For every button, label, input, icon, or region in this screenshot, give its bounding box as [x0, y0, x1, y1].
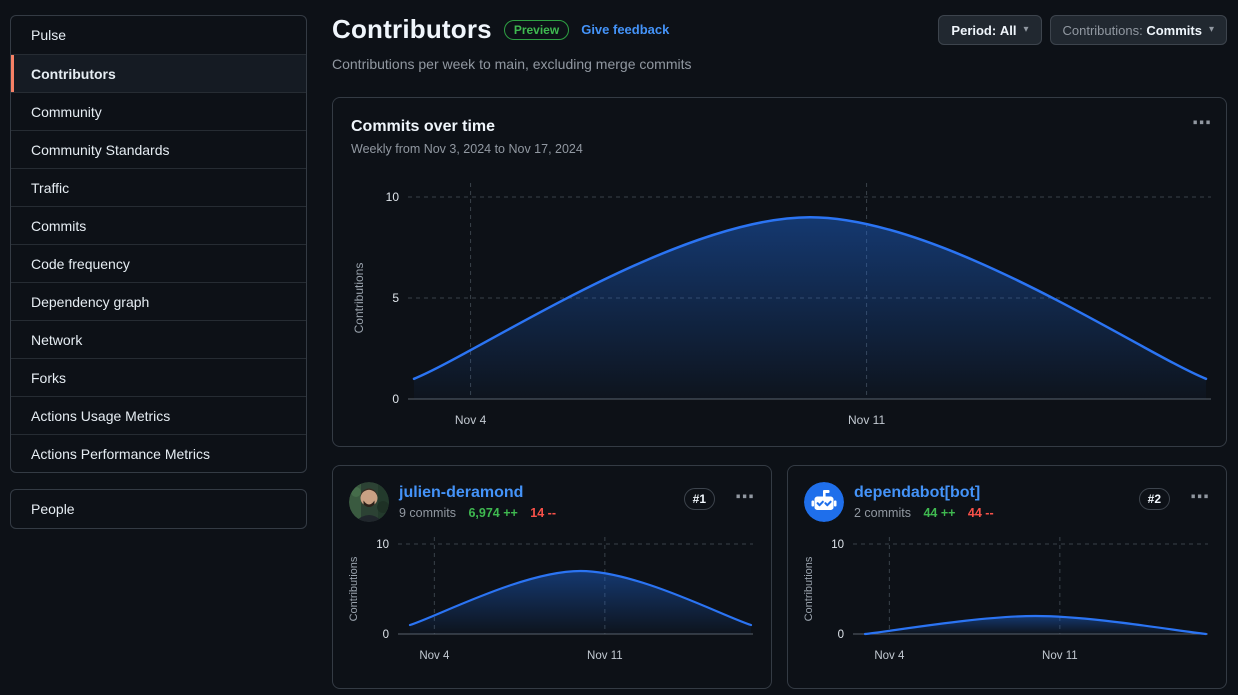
- svg-text:5: 5: [392, 291, 399, 305]
- sidebar-item-code-frequency[interactable]: Code frequency: [11, 244, 306, 282]
- kebab-menu-icon[interactable]: ⋯: [1192, 114, 1212, 133]
- commit-count: 9 commits: [399, 506, 456, 520]
- chevron-down-icon: ▾: [1023, 25, 1028, 35]
- sidebar-item-network[interactable]: Network: [11, 320, 306, 358]
- svg-text:10: 10: [386, 190, 400, 204]
- contributor-stats: 9 commits 6,974 ++ 14 --: [399, 506, 556, 520]
- chart-title: Commits over time: [351, 118, 495, 136]
- contributor-card: julien-deramond 9 commits 6,974 ++ 14 --…: [332, 465, 772, 689]
- sidebar-item-community[interactable]: Community: [11, 92, 306, 130]
- kebab-menu-icon[interactable]: ⋯: [735, 488, 755, 507]
- sidebar-item-label: Network: [31, 332, 82, 348]
- deletions-count: 14 --: [530, 506, 556, 520]
- sidebar-item-traffic[interactable]: Traffic: [11, 168, 306, 206]
- sidebar-item-people[interactable]: People: [11, 490, 306, 528]
- contributor-stats: 2 commits 44 ++ 44 --: [854, 506, 994, 520]
- period-label: Period:: [951, 23, 996, 38]
- preview-badge: Preview: [504, 20, 569, 40]
- sidebar-item-commits[interactable]: Commits: [11, 206, 306, 244]
- rank-badge: #2: [1139, 488, 1170, 510]
- sidebar-item-label: Actions Performance Metrics: [31, 446, 210, 462]
- page-subtitle: Contributions per week to main, excludin…: [332, 56, 692, 72]
- sidebar-item-label: Dependency graph: [31, 294, 149, 310]
- contributor-chart[interactable]: Nov 4 Nov 11 0 10 Contributions: [333, 534, 773, 679]
- svg-text:10: 10: [831, 539, 844, 551]
- sidebar-item-label: Traffic: [31, 180, 69, 196]
- svg-text:Contributions: Contributions: [348, 556, 360, 621]
- sidebar-item-dependency-graph[interactable]: Dependency graph: [11, 282, 306, 320]
- svg-text:Contributions: Contributions: [352, 263, 366, 334]
- filters-toolbar: Period: All ▾ Contributions: Commits ▾: [938, 15, 1227, 45]
- svg-text:Nov 11: Nov 11: [1042, 650, 1078, 662]
- insights-sidebar: Pulse Contributors Community Community S…: [10, 15, 307, 473]
- contributions-dropdown[interactable]: Contributions: Commits ▾: [1050, 15, 1228, 45]
- svg-text:0: 0: [838, 629, 844, 641]
- give-feedback-link[interactable]: Give feedback: [581, 22, 669, 37]
- period-dropdown[interactable]: Period: All ▾: [938, 15, 1041, 45]
- avatar[interactable]: [804, 482, 844, 522]
- sidebar-item-actions-usage-metrics[interactable]: Actions Usage Metrics: [11, 396, 306, 434]
- sidebar-item-label: Forks: [31, 370, 66, 386]
- sidebar-item-community-standards[interactable]: Community Standards: [11, 130, 306, 168]
- sidebar-item-actions-performance-metrics[interactable]: Actions Performance Metrics: [11, 434, 306, 472]
- sidebar-item-contributors[interactable]: Contributors: [11, 54, 306, 92]
- chevron-down-icon: ▾: [1209, 25, 1214, 35]
- additions-count: 44 ++: [923, 506, 955, 520]
- svg-text:10: 10: [376, 539, 389, 551]
- additions-count: 6,974 ++: [468, 506, 517, 520]
- dependabot-icon: [804, 482, 844, 522]
- contributor-name-link[interactable]: dependabot[bot]: [854, 484, 980, 502]
- svg-text:0: 0: [392, 392, 399, 406]
- contributor-chart[interactable]: Nov 4 Nov 11 0 10 Contributions: [788, 534, 1228, 679]
- sidebar-item-label: Commits: [31, 218, 86, 234]
- sidebar-item-label: Code frequency: [31, 256, 130, 272]
- chart-subtitle: Weekly from Nov 3, 2024 to Nov 17, 2024: [351, 142, 583, 156]
- contributor-name-link[interactable]: julien-deramond: [399, 484, 523, 502]
- sidebar-item-label: Actions Usage Metrics: [31, 408, 170, 424]
- sidebar-item-label: People: [31, 501, 75, 517]
- svg-text:Nov 4: Nov 4: [874, 650, 905, 662]
- commit-count: 2 commits: [854, 506, 911, 520]
- sidebar-item-forks[interactable]: Forks: [11, 358, 306, 396]
- svg-text:Nov 4: Nov 4: [419, 650, 450, 662]
- commits-over-time-card: Commits over time Weekly from Nov 3, 202…: [332, 97, 1227, 447]
- period-value: All: [1000, 23, 1017, 38]
- sidebar-item-pulse[interactable]: Pulse: [11, 16, 306, 54]
- people-sidebar: People: [10, 489, 307, 529]
- svg-text:Contributions: Contributions: [803, 556, 815, 621]
- sidebar-item-label: Community: [31, 104, 102, 120]
- svg-text:Nov 11: Nov 11: [848, 413, 885, 427]
- user-photo: [349, 482, 389, 522]
- svg-text:Nov 11: Nov 11: [587, 650, 623, 662]
- sidebar-item-label: Pulse: [31, 27, 66, 43]
- rank-badge: #1: [684, 488, 715, 510]
- deletions-count: 44 --: [968, 506, 994, 520]
- avatar[interactable]: [349, 482, 389, 522]
- contributor-card: dependabot[bot] 2 commits 44 ++ 44 -- #2…: [787, 465, 1227, 689]
- contributions-value: Commits: [1146, 23, 1202, 38]
- active-indicator: [11, 55, 14, 92]
- page-header: Contributors Preview Give feedback Contr…: [332, 14, 692, 72]
- commits-over-time-chart[interactable]: Nov 4 Nov 11 0 5 10 Contributions: [333, 171, 1228, 441]
- contributions-label: Contributions:: [1063, 23, 1143, 38]
- sidebar-item-label: Contributors: [31, 66, 116, 82]
- page-title: Contributors: [332, 14, 492, 45]
- sidebar-item-label: Community Standards: [31, 142, 170, 158]
- kebab-menu-icon[interactable]: ⋯: [1190, 488, 1210, 507]
- svg-text:Nov 4: Nov 4: [455, 413, 487, 427]
- svg-text:0: 0: [383, 629, 389, 641]
